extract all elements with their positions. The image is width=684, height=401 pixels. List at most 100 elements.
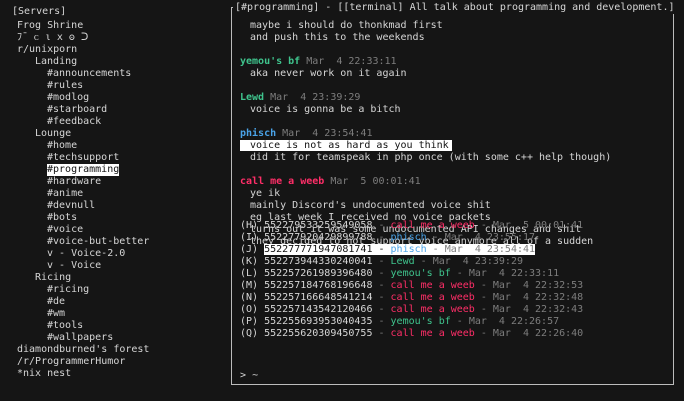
picker-author: call me a weeb — [390, 304, 475, 315]
message-id: 552277771947081741 — [264, 244, 373, 255]
channel-item[interactable]: #ricing — [47, 284, 89, 296]
server-item[interactable]: r/unixporn — [17, 44, 77, 56]
message-id: 552279533259549058 — [264, 220, 373, 231]
picker-entry[interactable]: 552277771947081741 - phisch - Mar 4 23:5… — [264, 244, 536, 255]
channel-item[interactable]: #devnull — [47, 200, 95, 212]
channel-item[interactable]: #feedback — [47, 116, 101, 128]
picker-entry[interactable]: 552257261989396480 - yemou's bf - Mar 4 … — [264, 268, 559, 279]
picker-row[interactable]: (L) 552257261989396480 - yemou's bf - Ma… — [240, 268, 559, 280]
picker-time: Mar 4 22:26:40 — [492, 328, 584, 339]
separator: - — [372, 244, 391, 255]
picker-row[interactable]: (I) 552277920429899788 - phisch - Mar 4 … — [240, 232, 535, 244]
channel-item[interactable]: #voice — [47, 224, 83, 236]
author-name[interactable]: yemou's bf — [240, 56, 300, 67]
picker-author: yemou's bf — [390, 316, 451, 327]
picker-row[interactable]: (N) 552257166648541214 - call me a weeb … — [240, 292, 583, 304]
picker-entry[interactable]: 552277920429899788 - phisch - Mar 4 23:5… — [264, 232, 535, 243]
message-content: did it for teamspeak in php once (with s… — [250, 152, 612, 163]
picker-entry[interactable]: 552279533259549058 - call me a weeb - Ma… — [264, 220, 583, 231]
message-input[interactable]: > ~ — [240, 370, 258, 382]
picker-entry[interactable]: 552257166648541214 - call me a weeb - Ma… — [264, 292, 583, 303]
message-timestamp: Mar 4 23:39:29 — [270, 92, 361, 103]
picker-time: Mar 4 23:54:41 — [444, 244, 536, 255]
message-timestamp: Mar 5 00:01:41 — [330, 176, 421, 187]
picker-entry[interactable]: 552257143542120466 - call me a weeb - Ma… — [264, 304, 583, 315]
category-label[interactable]: Ricing — [35, 272, 71, 284]
separator: - — [372, 268, 391, 279]
channel-item[interactable]: v - Voice — [47, 260, 101, 272]
separator: - — [414, 256, 433, 267]
category-label[interactable]: Landing — [35, 56, 77, 68]
channel-item[interactable]: #modlog — [47, 92, 89, 104]
separator: - — [450, 268, 469, 279]
separator: - — [372, 304, 391, 315]
category-label[interactable]: Lounge — [35, 128, 71, 140]
channel-item[interactable]: #starboard — [47, 104, 107, 116]
channel-item[interactable]: #anime — [47, 188, 83, 200]
separator: - — [474, 220, 493, 231]
picker-key: (J) — [240, 244, 259, 255]
channel-item[interactable]: #techsupport — [47, 152, 119, 164]
picker-row[interactable]: (J) 552277771947081741 - phisch - Mar 4 … — [240, 244, 536, 256]
message-timestamp: Mar 4 23:54:41 — [282, 128, 373, 139]
input-value[interactable]: ~ — [252, 370, 258, 381]
channel-item[interactable]: #de — [47, 296, 65, 308]
picker-row[interactable]: (M) 552257184768196648 - call me a weeb … — [240, 280, 583, 292]
message-content: voice is gonna be a bitch — [250, 104, 401, 115]
picker-row[interactable]: (O) 552257143542120466 - call me a weeb … — [240, 304, 583, 316]
message-text: and push this to the weekends — [250, 32, 425, 44]
picker-author: phisch — [390, 244, 427, 255]
picker-author: phisch — [390, 232, 427, 243]
message-text: did it for teamspeak in php once (with s… — [250, 152, 611, 164]
picker-row[interactable]: (H) 552279533259549058 - call me a weeb … — [240, 220, 583, 232]
channel-item[interactable]: #bots — [47, 212, 77, 224]
separator: - — [372, 280, 391, 291]
channel-item[interactable]: #programming — [47, 164, 120, 176]
server-item[interactable]: ﾌˉ ᴄ ι x ʘ ᑐ — [17, 32, 88, 44]
message-text: mainly Discord's undocumented voice shit — [250, 200, 491, 212]
channel-item[interactable]: #announcements — [47, 68, 131, 80]
channel-item[interactable]: #tools — [47, 320, 83, 332]
message-content: ye ik — [250, 188, 281, 199]
author-name[interactable]: Lewd — [240, 92, 264, 103]
server-item[interactable]: Frog Shrine — [17, 20, 83, 32]
picker-entry[interactable]: 552273944330240041 - Lewd - Mar 4 23:39:… — [264, 256, 523, 267]
message-author-line: yemou's bf Mar 4 22:33:11 — [240, 56, 397, 68]
picker-row[interactable]: (Q) 552255620309450755 - call me a weeb … — [240, 328, 583, 340]
channel-item[interactable]: #home — [47, 140, 77, 152]
picker-author: call me a weeb — [390, 220, 475, 231]
channel-item[interactable]: #hardware — [47, 176, 101, 188]
separator: - — [372, 256, 391, 267]
message-content: voice is not as hard as you think — [240, 140, 452, 151]
picker-key: (L) — [240, 268, 259, 279]
separator: - — [426, 244, 445, 255]
prompt-symbol: > — [240, 370, 247, 381]
message-author-line: Lewd Mar 4 23:39:29 — [240, 92, 360, 104]
message-timestamp: Mar 4 22:33:11 — [306, 56, 397, 67]
channel-item[interactable]: #voice-but-better — [47, 236, 149, 248]
separator: - — [372, 316, 391, 327]
message-id: 552257261989396480 — [264, 268, 373, 279]
message-id: 552277920429899788 — [264, 232, 373, 243]
channel-item[interactable]: #wallpapers — [47, 332, 113, 344]
server-item[interactable]: /r/ProgrammerHumor — [17, 356, 125, 368]
picker-time: Mar 4 22:33:11 — [468, 268, 560, 279]
sidebar-title: [Servers] — [12, 6, 67, 17]
channel-item[interactable]: #rules — [47, 80, 83, 92]
message-text: ye ik — [250, 188, 280, 200]
picker-entry[interactable]: 552257184768196648 - call me a weeb - Ma… — [264, 280, 583, 291]
picker-time: Mar 4 22:32:43 — [492, 304, 584, 315]
picker-row[interactable]: (K) 552273944330240041 - Lewd - Mar 4 23… — [240, 256, 523, 268]
picker-entry[interactable]: 552255693953040435 - yemou's bf - Mar 4 … — [264, 316, 559, 327]
channel-item[interactable]: v - Voice-2.0 — [47, 248, 125, 260]
server-item[interactable]: diamondburned's forest — [17, 344, 149, 356]
author-name[interactable]: call me a weeb — [240, 176, 324, 187]
server-item[interactable]: *nix nest — [17, 368, 71, 380]
message-id: 552255620309450755 — [264, 328, 373, 339]
author-name[interactable]: phisch — [240, 128, 276, 139]
picker-row[interactable]: (P) 552255693953040435 - yemou's bf - Ma… — [240, 316, 559, 328]
picker-time: Mar 4 23:39:29 — [432, 256, 523, 267]
picker-entry[interactable]: 552255620309450755 - call me a weeb - Ma… — [264, 328, 583, 339]
channel-item[interactable]: #wm — [47, 308, 65, 320]
separator: - — [474, 328, 493, 339]
